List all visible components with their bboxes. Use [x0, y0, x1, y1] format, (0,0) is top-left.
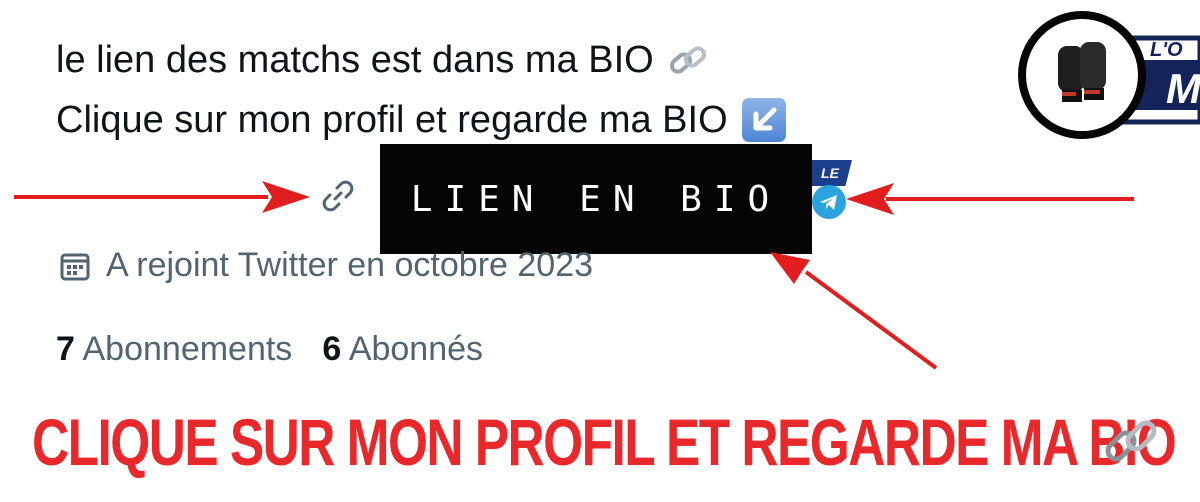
logo-text-big: M — [1166, 65, 1200, 112]
cta-banner-text: CLIQUE SUR MON PROFIL ET REGARDE MA BIO — [32, 405, 1177, 479]
left-red-arrow — [14, 181, 310, 213]
boxing-glove-icon — [1058, 42, 1106, 102]
logo-text-top: L'O — [1150, 39, 1183, 61]
diagonal-red-arrow — [770, 252, 938, 370]
right-red-arrow — [846, 183, 1134, 215]
channel-logo: L'O M — [1018, 10, 1200, 140]
cta-link-chain-emoji-icon — [1104, 414, 1158, 473]
